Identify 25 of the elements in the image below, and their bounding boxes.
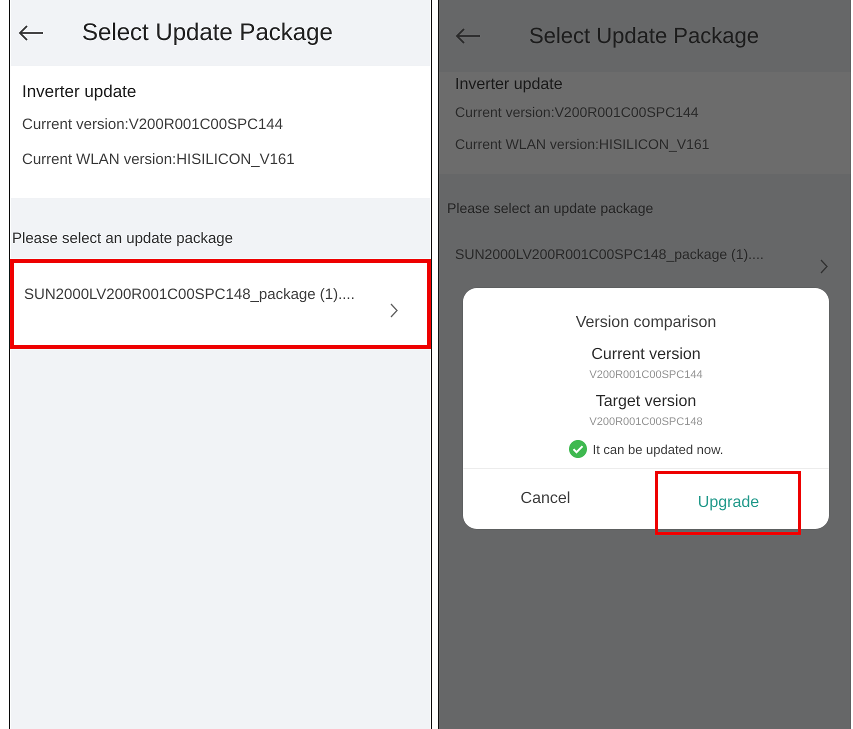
prompt-text: Please select an update package	[446, 199, 654, 218]
version-text: Current WLAN version:HISILICON_V161	[455, 136, 710, 152]
version-value: V200R001C00SPC144	[589, 369, 703, 381]
cancel-button[interactable]: Cancel	[490, 476, 600, 522]
chevron-right-icon	[390, 302, 399, 318]
status-text: It can be updated now.	[592, 442, 724, 456]
section-title: Inverter update	[22, 82, 138, 102]
screen-title: Select Update Package	[529, 23, 759, 49]
version-text: Current version:V200R001C00SPC144	[22, 116, 284, 133]
package-name: SUN2000LV200R001C00SPC148_package (1)....	[455, 246, 764, 262]
version-label: Target version	[596, 393, 696, 411]
version-value: V200R001C00SPC148	[589, 416, 703, 428]
package-name: SUN2000LV200R001C00SPC148_package (1)....	[24, 286, 355, 302]
chevron-right-icon	[820, 258, 829, 274]
version-text: Current WLAN version:HISILICON_V161	[22, 151, 296, 168]
version-label: Current version	[591, 346, 701, 364]
version-text: Current version:V200R001C00SPC144	[455, 104, 700, 120]
section-title: Inverter update	[455, 76, 564, 94]
package-item[interactable]: SUN2000LV200R001C00SPC148_package (1)....	[10, 259, 431, 349]
prompt-text: Please select an update package	[11, 229, 234, 249]
dialog-title: Version comparison	[576, 314, 716, 332]
back-button[interactable]	[18, 25, 44, 41]
back-arrow-icon	[18, 25, 44, 41]
back-arrow-icon	[455, 28, 481, 44]
screen-title: Select Update Package	[82, 19, 333, 47]
